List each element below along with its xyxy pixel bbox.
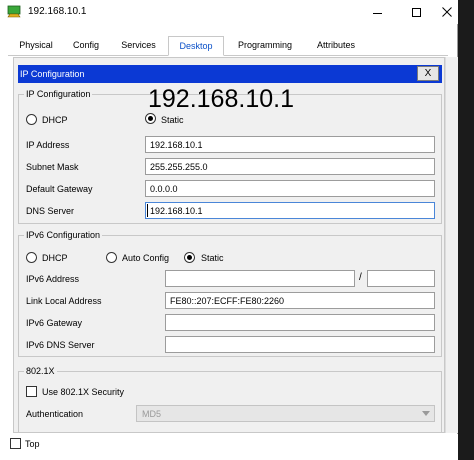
ipv4-static-radio[interactable] bbox=[145, 113, 156, 124]
use-dot1x-checkbox[interactable] bbox=[26, 386, 37, 397]
ipv6-prefix-field[interactable] bbox=[367, 270, 435, 287]
top-checkbox[interactable] bbox=[10, 438, 21, 449]
ipv6-address-field[interactable] bbox=[165, 270, 355, 287]
maximize-icon bbox=[411, 7, 421, 17]
dot1x-group-label: 802.1X bbox=[24, 366, 57, 376]
tab-programming[interactable]: Programming bbox=[226, 36, 304, 56]
ipv6-auto-config-label: Auto Config bbox=[122, 253, 170, 263]
overlay-ip-caption: 192.168.10.1 bbox=[148, 85, 294, 113]
subnet-mask-field[interactable]: 255.255.255.0 bbox=[145, 158, 435, 175]
ipv6-dns-server-label: IPv6 DNS Server bbox=[26, 340, 95, 350]
link-local-address-field[interactable]: FE80::207:ECFF:FE80:2260 bbox=[165, 292, 435, 309]
tab-attributes[interactable]: Attributes bbox=[304, 36, 368, 56]
dot1x-group: 802.1X bbox=[18, 366, 442, 432]
authentication-label: Authentication bbox=[26, 409, 84, 419]
tab-desktop[interactable]: Desktop bbox=[168, 36, 224, 56]
close-icon bbox=[442, 7, 452, 17]
close-button[interactable] bbox=[431, 2, 463, 22]
vertical-scrollbar[interactable] bbox=[445, 57, 458, 433]
dns-server-value: 192.168.10.1 bbox=[150, 206, 203, 216]
ipv6-auto-config-radio[interactable] bbox=[106, 252, 117, 263]
ipv4-dhcp-radio[interactable] bbox=[26, 114, 37, 125]
use-dot1x-label: Use 802.1X Security bbox=[42, 387, 125, 397]
ip-configuration-titlebar: IP Configuration X bbox=[18, 65, 442, 83]
link-local-address-label: Link Local Address bbox=[26, 296, 102, 306]
ipv6-static-label: Static bbox=[201, 253, 224, 263]
tab-services[interactable]: Services bbox=[111, 36, 166, 56]
subnet-mask-label: Subnet Mask bbox=[26, 162, 79, 172]
ipv6-static-radio[interactable] bbox=[184, 252, 195, 263]
minimize-icon bbox=[372, 12, 382, 14]
ipv6-address-label: IPv6 Address bbox=[26, 274, 80, 284]
packet-tracer-pc-icon bbox=[7, 5, 21, 18]
ipv6-gateway-label: IPv6 Gateway bbox=[26, 318, 83, 328]
chevron-down-icon bbox=[422, 411, 430, 416]
ipv4-dhcp-label: DHCP bbox=[42, 115, 68, 125]
ipv6-dhcp-label: DHCP bbox=[42, 253, 68, 263]
device-window: 192.168.10.1 Physical Config Services De… bbox=[0, 0, 458, 460]
authentication-select[interactable]: MD5 bbox=[136, 405, 435, 422]
ipv6-gateway-field[interactable] bbox=[165, 314, 435, 331]
prefix-separator: / bbox=[359, 272, 362, 283]
default-gateway-field[interactable]: 0.0.0.0 bbox=[145, 180, 435, 197]
authentication-value: MD5 bbox=[142, 409, 162, 419]
tab-physical[interactable]: Physical bbox=[10, 36, 62, 56]
dns-server-label: DNS Server bbox=[26, 206, 75, 216]
ipv6-dns-server-field[interactable] bbox=[165, 336, 435, 353]
ip-configuration-close-button[interactable]: X bbox=[417, 66, 439, 81]
ip-address-field[interactable]: 192.168.10.1 bbox=[145, 136, 435, 153]
ipv6-group-label: IPv6 Configuration bbox=[24, 230, 103, 240]
bottom-bar: Top bbox=[0, 434, 458, 460]
ip-address-label: IP Address bbox=[26, 140, 70, 150]
tab-config[interactable]: Config bbox=[64, 36, 108, 56]
minimize-button[interactable] bbox=[361, 2, 393, 22]
ip-configuration-title: IP Configuration bbox=[20, 69, 85, 79]
ipv4-static-label: Static bbox=[161, 115, 184, 125]
ipv4-group-label: IP Configuration bbox=[24, 89, 93, 99]
ipv6-dhcp-radio[interactable] bbox=[26, 252, 37, 263]
default-gateway-label: Default Gateway bbox=[26, 184, 93, 194]
dns-server-field[interactable]: 192.168.10.1 bbox=[145, 202, 435, 219]
text-cursor bbox=[147, 204, 148, 217]
title-bar: 192.168.10.1 bbox=[0, 0, 458, 24]
tab-strip: Physical Config Services Desktop Program… bbox=[8, 36, 448, 56]
window-title: 192.168.10.1 bbox=[28, 6, 87, 17]
top-label: Top bbox=[25, 439, 40, 449]
maximize-button[interactable] bbox=[400, 2, 432, 22]
